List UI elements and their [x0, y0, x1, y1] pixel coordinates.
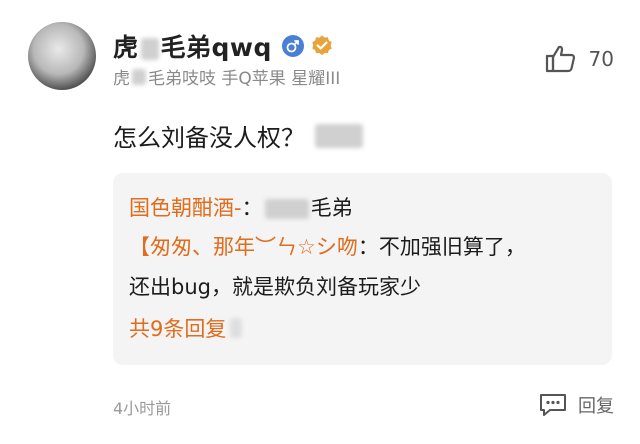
username-part: 毛弟qwq: [160, 33, 272, 62]
reply-count-label: 共9条回复: [129, 317, 227, 341]
reply-separator: ：: [241, 196, 263, 220]
view-all-replies-link[interactable]: 共9条回复: [129, 313, 596, 343]
meta-text: 虎: [113, 69, 130, 89]
timestamp: 4小时前: [113, 399, 172, 418]
meta-text: 毛弟吱吱 手Q苹果 星耀III: [148, 69, 341, 89]
like-count: 70: [588, 47, 614, 71]
username[interactable]: 虎毛弟qwq: [113, 28, 272, 64]
thumbs-up-icon: [545, 45, 575, 73]
reply-author[interactable]: 国色朝酣酒-: [129, 196, 242, 220]
reply-separator: ：: [357, 235, 379, 259]
reply-item: 【匆匆、那年︶ㄣ☆シ吻：不加强旧算了， 还出bug，就是欺负刘备玩家少: [129, 227, 596, 307]
reply-item: 国色朝酣酒-： 毛弟: [129, 191, 596, 225]
reply-text: 还出bug，就是欺负刘备玩家少: [129, 275, 421, 299]
user-meta: 虎毛弟吱吱 手Q苹果 星耀III: [113, 64, 340, 89]
blurred-text: [132, 68, 146, 85]
blurred-text: [315, 123, 363, 148]
reply-preview-box[interactable]: 国色朝酣酒-： 毛弟 【匆匆、那年︶ㄣ☆シ吻：不加强旧算了， 还出bug，就是欺负刘…: [113, 173, 612, 365]
comment-body: 怎么刘备没人权？: [113, 124, 305, 152]
username-part: 虎: [113, 33, 139, 62]
like-button[interactable]: 70: [545, 44, 614, 74]
reply-author[interactable]: 【匆匆、那年︶ㄣ☆シ吻: [129, 235, 358, 259]
reply-label: 回复: [578, 396, 614, 417]
avatar[interactable]: [28, 22, 96, 90]
blurred-text: [230, 318, 243, 338]
male-gender-icon: [281, 35, 304, 57]
reply-text: 毛弟: [310, 196, 353, 220]
username-row: 虎毛弟qwq: [113, 30, 334, 62]
verified-badge-icon: [312, 35, 332, 56]
comment-text: 怎么刘备没人权？: [113, 118, 363, 153]
reply-button[interactable]: 回复: [538, 392, 614, 418]
blurred-text: [264, 199, 309, 219]
reply-text: 不加强旧算了，: [378, 235, 526, 259]
blurred-text: [140, 38, 159, 60]
comment-bubble-icon: [540, 394, 566, 416]
